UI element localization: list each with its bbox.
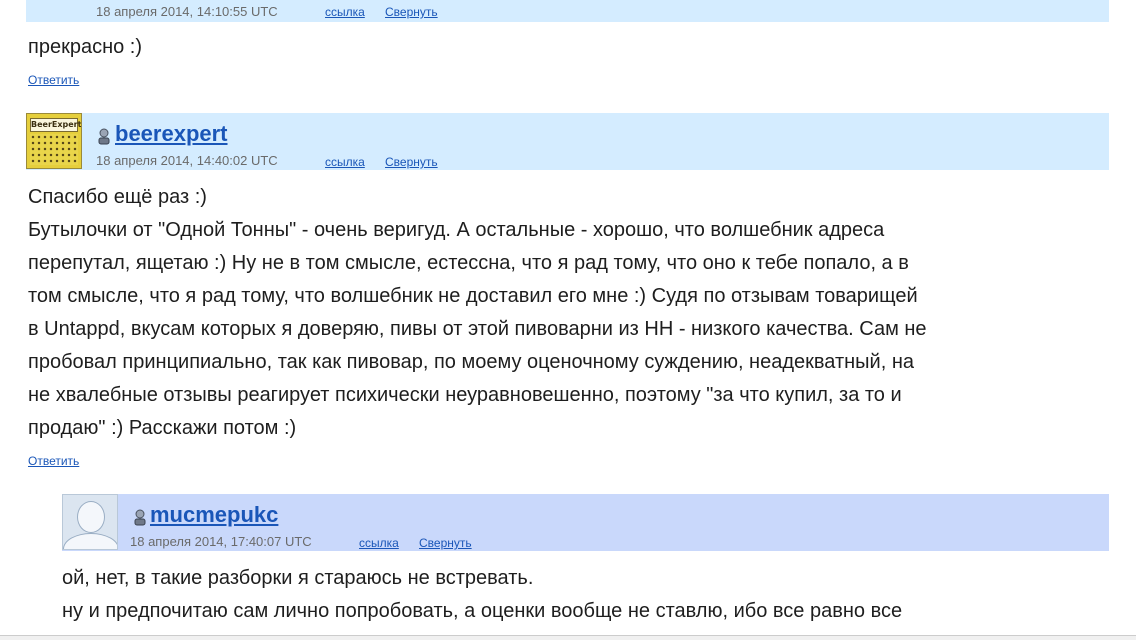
reply-link[interactable]: Ответить (28, 454, 79, 469)
user-icon (98, 128, 110, 145)
collapse-link[interactable]: Свернуть (385, 5, 438, 20)
comment-date: 18 апреля 2014, 14:10:55 UTC (96, 4, 278, 19)
user-icon (134, 509, 146, 526)
comment-line: том смысле, что я рад тому, что волшебни… (28, 285, 918, 307)
permalink-link[interactable]: ссылка (325, 5, 365, 20)
comment-date: 18 апреля 2014, 17:40:07 UTC (130, 534, 312, 549)
comment-date: 18 апреля 2014, 14:40:02 UTC (96, 153, 278, 168)
avatar-pattern (30, 134, 78, 165)
avatar[interactable] (62, 494, 118, 550)
comment-line: не хвалебные отзывы реагирует психически… (28, 384, 902, 406)
comment-line: ой, нет, в такие разборки я стараюсь не … (62, 567, 534, 589)
permalink-link[interactable]: ссылка (359, 536, 399, 551)
avatar-head (77, 501, 105, 533)
permalink-link[interactable]: ссылка (325, 155, 365, 170)
comment-line: Бутылочки от "Одной Тонны" - очень вериг… (28, 219, 885, 241)
collapse-link[interactable]: Свернуть (385, 155, 438, 170)
comment-line: прекрасно :) (28, 36, 143, 58)
comment-line: Спасибо ещё раз :) (28, 186, 207, 208)
comment-text: Спасибо ещё раз :) Бутылочки от "Одной Т… (28, 181, 927, 445)
collapse-link[interactable]: Свернуть (419, 536, 472, 551)
reply-link[interactable]: Ответить (28, 73, 79, 88)
comment-header: mucmepukc 18 апреля 2014, 17:40:07 UTC с… (62, 494, 1109, 551)
comment-text: прекрасно :) (28, 31, 142, 64)
comment-header: BeerExpert beerexpert 18 апреля 2014, 14… (26, 113, 1109, 170)
comment-line: продаю" :) Расскажи потом :) (28, 417, 297, 439)
comment-line: ну и предпочитаю сам лично попробовать, … (62, 600, 903, 622)
bottom-edge (0, 635, 1136, 640)
username-link[interactable]: beerexpert (115, 122, 228, 146)
comment-line: пробовал принципиально, так как пивовар,… (28, 351, 915, 373)
avatar-label: BeerExpert (30, 118, 81, 132)
avatar[interactable]: BeerExpert (26, 113, 82, 169)
username-link[interactable]: mucmepukc (150, 503, 278, 527)
comment-line: в Untappd, вкусам которых я доверяю, пив… (28, 318, 927, 340)
avatar-shoulders (63, 533, 117, 549)
comment-thread: 18 апреля 2014, 14:10:55 UTC ссылка Свер… (0, 0, 1136, 640)
comment-header: 18 апреля 2014, 14:10:55 UTC ссылка Свер… (26, 0, 1109, 22)
comment-text: ой, нет, в такие разборки я стараюсь не … (62, 562, 902, 628)
comment-line: перепутал, ящетаю :) Ну не в том смысле,… (28, 252, 909, 274)
